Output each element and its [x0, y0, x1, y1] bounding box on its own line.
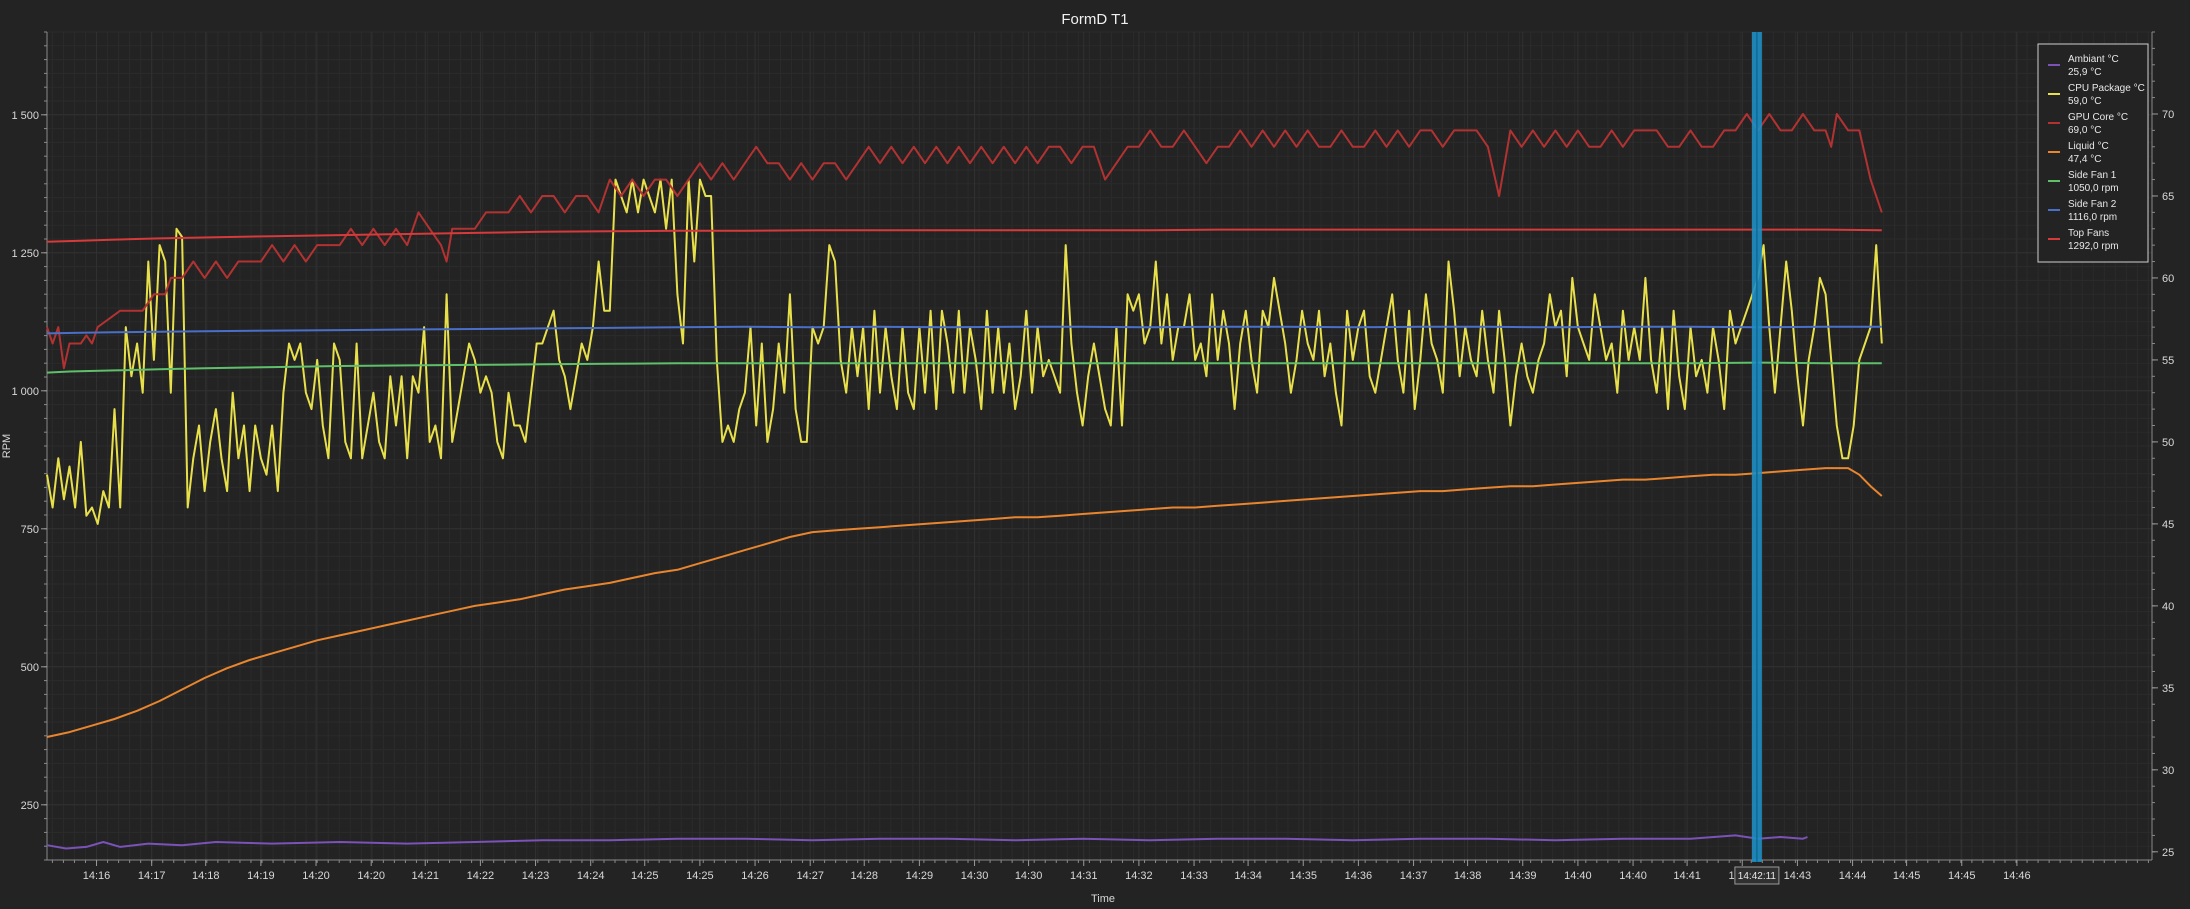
x-tick-label: 14:36	[1345, 870, 1373, 882]
x-tick-label: 14:22	[467, 870, 495, 882]
grid-minor	[47, 31, 2152, 861]
legend: Ambiant °C 25,9 °C CPU Package °C 59,0 °C GP…	[2037, 43, 2149, 263]
legend-name-gpu-core-c: GPU Core °C	[2068, 112, 2128, 123]
legend-name-liquid-c: Liquid °C	[2068, 141, 2109, 152]
legend-value-top-fans: 1292,0 rpm	[2068, 241, 2119, 252]
x-tick-label: 14:29	[906, 870, 934, 882]
x-tick-label: 14:26	[741, 870, 769, 882]
y-left-tick-label: 750	[21, 524, 39, 536]
x-tick-label: 14:30	[961, 870, 989, 882]
x-axis-label: Time	[1091, 893, 1115, 905]
x-tick-label: 14:35	[1289, 870, 1317, 882]
y-left-tick-label: 250	[21, 800, 39, 812]
legend-name-side-fan-2: Side Fan 2	[2068, 199, 2117, 210]
x-tick-label: 14:19	[247, 870, 275, 882]
x-tick-label: 14:33	[1180, 870, 1208, 882]
x-tick-label: 14:30	[1015, 870, 1043, 882]
y-left-tick-label: 1 250	[11, 248, 39, 260]
x-tick-label: 14:25	[631, 870, 659, 882]
x-tick-label: 14:31	[1070, 870, 1098, 882]
legend-name-side-fan-1: Side Fan 1	[2068, 170, 2117, 181]
x-tick-label: 14:46	[2003, 870, 2031, 882]
x-tick-label: 14:40	[1619, 870, 1647, 882]
legend-value-side-fan-2: 1116,0 rpm	[2068, 212, 2117, 223]
legend-value-side-fan-1: 1050,0 rpm	[2068, 183, 2119, 194]
legend-name-cpu-package-c: CPU Package °C	[2068, 83, 2145, 94]
x-tick-label: 14:41	[1673, 870, 1701, 882]
y-right-tick-label: 55	[2162, 355, 2174, 367]
x-tick-label: 14:34	[1234, 870, 1262, 882]
x-tick-label: 14:38	[1454, 870, 1482, 882]
x-tick-label: 14:45	[1893, 870, 1921, 882]
y-left-tick-label: 500	[21, 662, 39, 674]
x-tick-label: 14:23	[522, 870, 550, 882]
y-left-tick-label: 1 500	[11, 110, 39, 122]
y-right-tick-label: 70	[2162, 109, 2174, 121]
y-right-tick-label: 35	[2162, 683, 2174, 695]
x-tick-label: 14:18	[192, 870, 220, 882]
x-tick-label: 14:17	[138, 870, 166, 882]
x-tick-label: 14:20	[302, 870, 330, 882]
y-right-tick-label: 65	[2162, 191, 2174, 203]
y-right-tick-label: 60	[2162, 273, 2174, 285]
y-right-tick-label: 45	[2162, 519, 2174, 531]
y-right-tick-label: 40	[2162, 601, 2174, 613]
y-right-tick-label: 50	[2162, 437, 2174, 449]
x-tick-label: 14:40	[1564, 870, 1592, 882]
x-tick-label: 14:24	[577, 870, 605, 882]
x-tick-label: 14:25	[686, 870, 714, 882]
x-tick-label: 14:32	[1125, 870, 1153, 882]
x-tick-label: 14:16	[83, 870, 111, 882]
x-tick-label: 14:21	[411, 870, 439, 882]
cursor-time-label: 14:42:11	[1738, 871, 1777, 882]
x-tick-label: 14:27	[796, 870, 824, 882]
x-tick-label: 14:28	[850, 870, 878, 882]
x-tick-label: 14:37	[1400, 870, 1428, 882]
y-right-tick-label: 25	[2162, 847, 2174, 859]
y-left-tick-label: 1 000	[11, 386, 39, 398]
x-tick-label: 14:45	[1948, 870, 1976, 882]
x-tick-label: 14:44	[1839, 870, 1867, 882]
chart-title: FormD T1	[1061, 11, 1128, 28]
legend-value-cpu-package-c: 59,0 °C	[2068, 96, 2101, 107]
x-tick-label: 14:20	[357, 870, 385, 882]
legend-value-gpu-core-c: 69,0 °C	[2068, 125, 2101, 136]
legend-value-ambiant-c: 25,9 °C	[2068, 67, 2101, 78]
x-tick-label: 14:39	[1509, 870, 1537, 882]
y-axis-left-label: RPM	[1, 434, 13, 458]
legend-name-top-fans: Top Fans	[2068, 228, 2109, 239]
y-ticks-left: 250 500 750 1 000 1 250 1 500	[11, 31, 47, 861]
x-ticks: 14:16 14:17 14:18 14:19 14:20 14:20 14:21 14:22…	[51, 860, 2149, 882]
legend-value-liquid-c: 47,4 °C	[2068, 154, 2101, 165]
x-tick-label: 14:43	[1784, 870, 1812, 882]
y-ticks-right: 25 30 35 40 45 50 55 60 65 70	[2152, 31, 2174, 859]
legend-name-ambiant-c: Ambiant °C	[2068, 54, 2119, 65]
chart-canvas: FormD T1 250 500 750 1 000 1 250 1 500 25 30 35…	[1, 11, 2174, 905]
y-right-tick-label: 30	[2162, 765, 2174, 777]
